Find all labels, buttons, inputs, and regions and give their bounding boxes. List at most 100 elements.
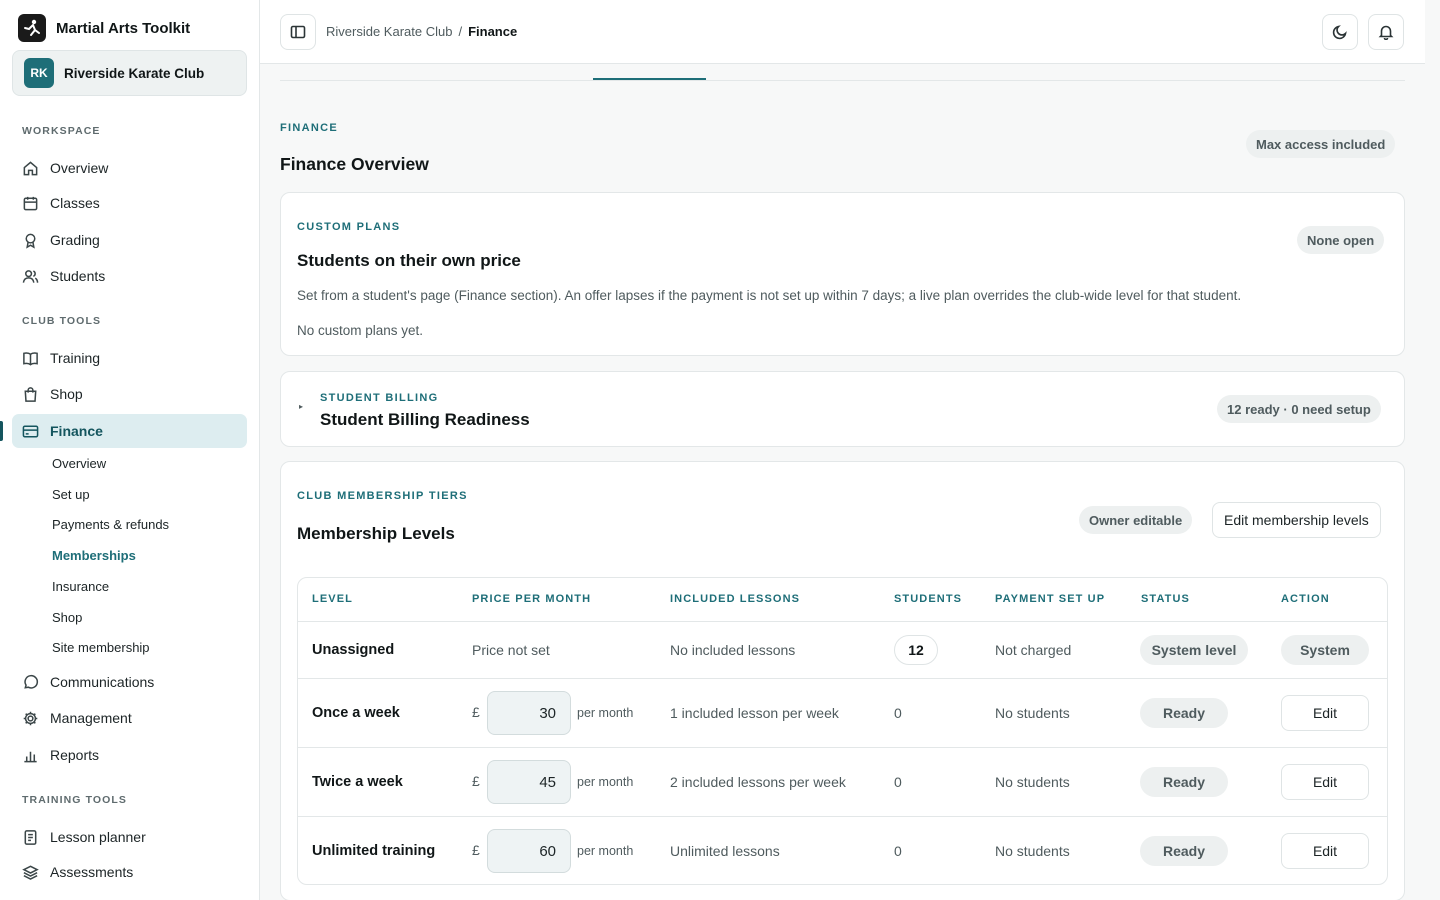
finance-sub-shop[interactable]: Shop (52, 610, 82, 625)
sidebar-item-communications[interactable]: Communications (12, 665, 247, 699)
sidebar-item-label: Grading (50, 232, 100, 248)
book-open-icon (23, 351, 38, 366)
finance-sub-overview[interactable]: Overview (52, 456, 106, 471)
page-eyebrow: FINANCE (280, 122, 338, 134)
breadcrumb-separator: / (458, 24, 463, 39)
club-name: Riverside Karate Club (64, 65, 205, 81)
finance-sub-setup[interactable]: Set up (52, 487, 90, 502)
column-header-level: LEVEL (312, 593, 353, 605)
finance-sub-insurance[interactable]: Insurance (52, 579, 109, 594)
currency-symbol: £ (472, 773, 480, 789)
included-lessons: 1 included lesson per week (670, 705, 839, 721)
edit-membership-levels-button[interactable]: Edit membership levels (1212, 502, 1381, 538)
custom-plans-status-badge: None open (1297, 226, 1385, 254)
toggle-sidebar-button[interactable] (280, 14, 316, 50)
credit-card-icon (22, 425, 39, 437)
users-icon (22, 269, 39, 283)
finance-sub-site-membership[interactable]: Site membership (52, 640, 150, 655)
custom-plans-eyebrow: CUSTOM PLANS (297, 221, 401, 233)
table-row: Twice a week £ per month 2 included less… (298, 747, 1387, 816)
student-count: 0 (894, 774, 902, 790)
student-billing-title: Student Billing Readiness (320, 410, 530, 429)
sidebar-item-lesson-planner[interactable]: Lesson planner (12, 820, 247, 854)
notebook-icon (24, 829, 37, 845)
student-billing-card[interactable]: ▸ STUDENT BILLING Student Billing Readin… (280, 371, 1405, 447)
sidebar-item-grading[interactable]: Grading (12, 223, 247, 257)
included-lessons: No included lessons (670, 642, 796, 658)
bell-icon (1378, 25, 1394, 40)
page-scrollbar[interactable] (1425, 0, 1440, 900)
sidebar-item-assessments[interactable]: Assessments (12, 855, 247, 889)
sidebar-item-label: Assessments (50, 864, 134, 880)
per-month-label: per month (577, 775, 634, 789)
level-name: Unlimited training (312, 843, 436, 859)
award-icon (25, 233, 36, 249)
status-badge: Ready (1140, 836, 1228, 866)
billing-readiness-badge: 12 ready · 0 need setup (1217, 395, 1381, 423)
app-logo (18, 14, 46, 42)
payment-setup: No students (995, 705, 1070, 721)
sidebar-item-label: Communications (50, 674, 155, 690)
custom-plans-description: Set from a student's page (Finance secti… (297, 288, 1242, 303)
edit-level-button[interactable]: Edit (1281, 833, 1369, 869)
price-input[interactable] (487, 691, 571, 735)
sidebar-item-reports[interactable]: Reports (12, 738, 247, 772)
sidebar-item-management[interactable]: Management (12, 701, 247, 735)
price-input[interactable] (487, 829, 571, 873)
table-row: Once a week £ per month 1 included lesso… (298, 678, 1387, 747)
custom-plans-title: Students on their own price (297, 251, 521, 270)
payment-setup: Not charged (995, 642, 1072, 658)
page-title: Finance Overview (280, 154, 429, 174)
included-lessons: 2 included lessons per week (670, 774, 846, 790)
layers-icon (22, 865, 39, 880)
bar-chart-icon (24, 751, 37, 762)
sidebar-item-students[interactable]: Students (12, 259, 247, 293)
column-header-action: ACTION (1281, 593, 1330, 605)
level-name: Unassigned (312, 642, 395, 658)
edit-level-button[interactable]: Edit (1281, 695, 1369, 731)
table-row: Unassigned Price not set No included les… (298, 621, 1387, 678)
column-header-payment: PAYMENT SET UP (995, 593, 1106, 605)
app-header: Martial Arts Toolkit (0, 0, 259, 56)
per-month-label: per month (577, 706, 634, 720)
student-billing-eyebrow: STUDENT BILLING (320, 392, 439, 404)
finance-sub-payments-refunds[interactable]: Payments & refunds (52, 517, 169, 532)
message-circle-icon (24, 674, 39, 689)
custom-plans-card: CUSTOM PLANS Students on their own price… (280, 192, 1405, 356)
finance-sub-memberships[interactable]: Memberships (52, 548, 136, 563)
breadcrumb-club[interactable]: Riverside Karate Club (326, 24, 452, 39)
membership-tiers-title: Membership Levels (297, 524, 455, 543)
tabs-divider (280, 80, 1405, 81)
app-title: Martial Arts Toolkit (56, 19, 191, 37)
sidebar-item-label: Finance (50, 423, 103, 439)
table-row: Unlimited training £ per month Unlimited… (298, 816, 1387, 884)
membership-tiers-card: CLUB MEMBERSHIP TIERS Membership Levels … (280, 461, 1405, 900)
section-label-training-tools: TRAINING TOOLS (22, 794, 128, 806)
sidebar-item-overview[interactable]: Overview (12, 151, 247, 185)
status-badge: System level (1140, 635, 1248, 665)
sidebar-item-classes[interactable]: Classes (12, 186, 247, 220)
martial-arts-logo-icon (24, 19, 40, 36)
club-switcher[interactable]: RK Riverside Karate Club (12, 50, 247, 96)
sidebar-item-finance[interactable]: Finance (12, 414, 247, 448)
price-input[interactable] (487, 760, 571, 804)
payment-setup: No students (995, 843, 1070, 859)
level-name: Once a week (312, 705, 400, 721)
home-icon (23, 160, 38, 175)
notifications-button[interactable] (1368, 14, 1404, 50)
club-avatar: RK (24, 58, 54, 88)
included-lessons: Unlimited lessons (670, 843, 780, 859)
sidebar-item-shop[interactable]: Shop (12, 377, 247, 411)
theme-toggle-button[interactable] (1322, 14, 1358, 50)
topbar: Riverside Karate Club / Finance (260, 0, 1425, 64)
currency-symbol: £ (472, 842, 480, 858)
column-header-status: STATUS (1141, 593, 1190, 605)
sidebar-item-label: Students (50, 268, 106, 284)
expand-caret-icon[interactable]: ▸ (299, 402, 303, 411)
sidebar-item-training[interactable]: Training (12, 341, 247, 375)
custom-plans-empty: No custom plans yet. (297, 323, 424, 338)
currency-symbol: £ (472, 704, 480, 720)
edit-level-button[interactable]: Edit (1281, 764, 1369, 800)
sidebar-item-label: Reports (50, 747, 100, 763)
price-text: Price not set (472, 642, 550, 658)
